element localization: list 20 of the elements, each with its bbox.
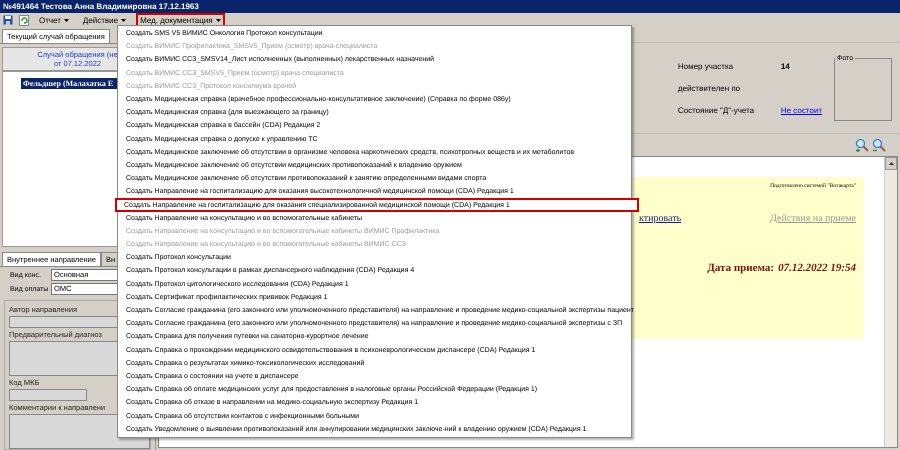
zoom-in-icon[interactable] bbox=[855, 138, 869, 152]
up-arrow-icon[interactable] bbox=[888, 162, 894, 165]
info-value: 14 bbox=[780, 62, 790, 70]
menu-button[interactable]: Действие bbox=[78, 13, 130, 27]
caret-icon bbox=[121, 18, 126, 22]
window-title: №491464 Тестова Анна Владимировна 17.12.1963 bbox=[0, 0, 900, 13]
caret-icon bbox=[64, 18, 69, 22]
input-field[interactable] bbox=[9, 389, 88, 401]
status-link[interactable]: Не состоит bbox=[780, 106, 822, 114]
zoom-out-icon[interactable] bbox=[872, 138, 886, 152]
save-icon[interactable] bbox=[3, 15, 13, 25]
appointment-date: Дата приема: 07.12.2022 19:54 bbox=[707, 262, 856, 274]
edit-link[interactable]: ктировать bbox=[639, 213, 682, 224]
refresh-icon[interactable] bbox=[19, 14, 29, 26]
menu-button[interactable]: Отчет bbox=[35, 13, 73, 27]
scrollbar[interactable] bbox=[884, 157, 897, 447]
info-label: действителен по bbox=[678, 84, 742, 92]
info-label: Номер участка bbox=[678, 62, 734, 70]
caret-icon bbox=[216, 18, 221, 22]
info-label: Состояние "Д"-учета bbox=[678, 106, 756, 114]
